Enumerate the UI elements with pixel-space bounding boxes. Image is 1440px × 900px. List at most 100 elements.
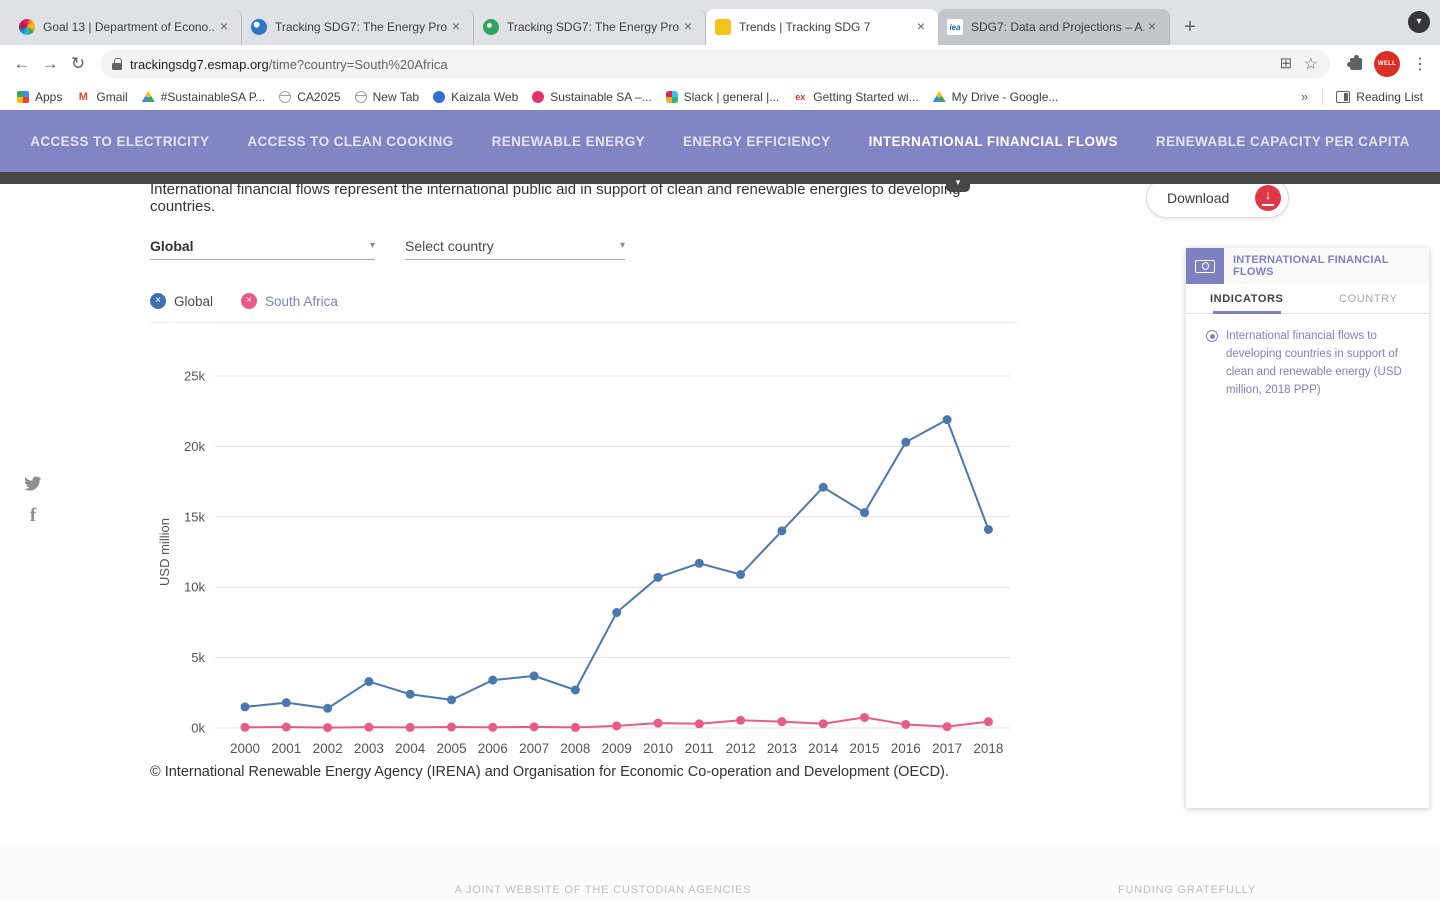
iea-favicon: iea	[947, 19, 963, 35]
tab-close-icon[interactable]: ×	[216, 19, 232, 35]
nav-item-access-to-electricity[interactable]: ACCESS TO ELECTRICITY	[30, 134, 209, 149]
drive-icon	[933, 91, 946, 102]
bookmark-star-icon[interactable]: ☆	[1304, 54, 1318, 74]
nav-item-renewable-energy[interactable]: RENEWABLE ENERGY	[492, 134, 645, 149]
financial-flows-chart: 0k5k10k15k20k25k200020012002200320042005…	[125, 318, 1025, 766]
hero-bottom-strip: ▾	[0, 172, 1440, 184]
download-button[interactable]: Download	[1146, 178, 1289, 218]
bookmark-item[interactable]: CA2025	[272, 88, 347, 106]
svg-text:2005: 2005	[436, 741, 466, 756]
chevron-down-icon: ▾	[370, 240, 375, 251]
nav-item-international-financial-flows[interactable]: INTERNATIONAL FINANCIAL FLOWS	[869, 134, 1118, 149]
footer-funding-text: FUNDING GRATEFULLY	[1118, 884, 1256, 896]
tab-close-icon[interactable]: ×	[680, 19, 696, 35]
svg-text:2002: 2002	[313, 741, 343, 756]
social-share-bar: f	[24, 476, 42, 527]
tab-close-icon[interactable]: ×	[1144, 19, 1160, 35]
browser-tab[interactable]: Goal 13 | Department of Econo...×	[10, 9, 242, 45]
bookmarks-overflow-icon[interactable]: »	[1293, 89, 1316, 104]
green-globe-favicon	[483, 19, 499, 35]
bookmark-item[interactable]: Apps	[10, 88, 69, 106]
indicator-option[interactable]: International financial flows to develop…	[1186, 314, 1429, 399]
tab-title: Goal 13 | Department of Econo...	[43, 20, 216, 34]
url-text: trackingsdg7.esmap.org/time?country=Sout…	[130, 57, 1274, 72]
indicator-panel: INTERNATIONAL FINANCIAL FLOWS INDICATORS…	[1186, 248, 1429, 808]
tab-country[interactable]: COUNTRY	[1308, 284, 1430, 313]
chip-remove-icon[interactable]: ×	[150, 293, 166, 309]
region-dropdown[interactable]: Global ▾	[150, 232, 375, 260]
twitter-icon[interactable]	[24, 476, 42, 492]
browser-tab[interactable]: Tracking SDG7: The Energy Pro...×	[474, 9, 706, 45]
tab-title: Tracking SDG7: The Energy Pro...	[507, 20, 680, 34]
nav-item-energy-efficiency[interactable]: ENERGY EFFICIENCY	[683, 134, 831, 149]
chip-label: Global	[174, 294, 213, 309]
tab-indicators[interactable]: INDICATORS	[1186, 284, 1308, 313]
bookmark-item[interactable]: New Tab	[348, 88, 426, 106]
bookmark-label: #SustainableSA P...	[161, 90, 266, 104]
gmail-icon: M	[76, 90, 90, 104]
reload-icon[interactable]: ↻	[64, 50, 92, 78]
bookmark-label: CA2025	[297, 90, 340, 104]
svg-text:2001: 2001	[271, 741, 301, 756]
indicator-panel-header: INTERNATIONAL FINANCIAL FLOWS	[1186, 248, 1429, 284]
country-dropdown[interactable]: Select country ▾	[405, 232, 625, 260]
new-tab-button[interactable]: +	[1176, 13, 1204, 41]
radio-selected-icon[interactable]	[1206, 330, 1218, 342]
bookmark-item[interactable]: #SustainableSA P...	[135, 88, 273, 106]
bookmark-label: Gmail	[96, 90, 127, 104]
banknote-icon	[1195, 260, 1215, 273]
financial-flows-icon	[1186, 248, 1224, 284]
lock-icon	[112, 58, 122, 70]
reading-list-label: Reading List	[1356, 90, 1423, 104]
series-chip: ×South Africa	[241, 293, 338, 309]
address-bar[interactable]: trackingsdg7.esmap.org/time?country=Sout…	[100, 50, 1330, 78]
svg-text:2008: 2008	[560, 741, 590, 756]
forward-icon[interactable]: →	[36, 50, 64, 78]
tab-title: Tracking SDG7: The Energy Pro...	[275, 20, 448, 34]
extensions-puzzle-icon[interactable]	[1350, 58, 1362, 70]
download-label: Download	[1167, 190, 1229, 206]
browser-tab-strip: Goal 13 | Department of Econo...×Trackin…	[0, 0, 1440, 45]
country-dropdown-placeholder: Select country	[405, 238, 494, 254]
browser-toolbar: ← → ↻ trackingsdg7.esmap.org/time?countr…	[0, 45, 1440, 83]
chevron-down-icon: ▾	[620, 240, 625, 251]
globe-icon	[355, 91, 367, 103]
bookmark-item[interactable]: Sustainable SA –...	[525, 88, 658, 106]
nav-item-renewable-capacity-per-capita[interactable]: RENEWABLE CAPACITY PER CAPITA	[1156, 134, 1410, 149]
bookmark-items: Apps M Gmail #SustainableSA P... CA2025 New T…	[10, 88, 1065, 106]
scroll-down-arrow-icon[interactable]: ▾	[946, 174, 970, 192]
chip-remove-icon[interactable]: ×	[241, 293, 257, 309]
browser-tab[interactable]: Tracking SDG7: The Energy Pro...×	[242, 9, 474, 45]
bookmark-label: Getting Started wi...	[813, 90, 918, 104]
tab-search-icon[interactable]: ▾	[1408, 11, 1430, 33]
svg-text:2012: 2012	[726, 741, 756, 756]
profile-avatar[interactable]: WELL	[1374, 51, 1400, 77]
tab-close-icon[interactable]: ×	[448, 19, 464, 35]
back-icon[interactable]: ←	[8, 50, 36, 78]
bookmark-item[interactable]: Slack | general |...	[659, 88, 787, 106]
slack-icon	[666, 91, 678, 103]
facebook-icon[interactable]: f	[30, 505, 36, 527]
indicator-option-label: International financial flows to develop…	[1226, 327, 1417, 399]
svg-text:2013: 2013	[767, 741, 797, 756]
bookmarks-divider	[1322, 89, 1323, 105]
svg-text:2011: 2011	[685, 741, 714, 756]
svg-text:2014: 2014	[808, 741, 839, 756]
globe-favicon	[251, 19, 267, 35]
svg-text:2010: 2010	[643, 741, 673, 756]
page-action-grid-icon[interactable]: ⊞	[1280, 57, 1294, 71]
yellow-favicon	[715, 19, 731, 35]
sdg-wheel-favicon	[19, 19, 35, 35]
nav-item-access-to-clean-cooking[interactable]: ACCESS TO CLEAN COOKING	[247, 134, 453, 149]
bookmark-item[interactable]: Kaizala Web	[426, 88, 525, 106]
svg-text:2000: 2000	[230, 741, 260, 756]
browser-tab[interactable]: ieaSDG7: Data and Projections – A...×	[938, 9, 1170, 45]
reading-list-button[interactable]: Reading List	[1329, 88, 1430, 106]
browser-menu-icon[interactable]: ⋮	[1412, 54, 1428, 74]
tab-close-icon[interactable]: ×	[913, 19, 929, 35]
svg-text:5k: 5k	[191, 650, 205, 665]
browser-tab[interactable]: Trends | Tracking SDG 7×	[706, 9, 938, 45]
bookmark-item[interactable]: My Drive - Google...	[926, 88, 1066, 106]
bookmark-item[interactable]: exGetting Started wi...	[786, 88, 925, 106]
bookmark-item[interactable]: M Gmail	[69, 88, 134, 106]
